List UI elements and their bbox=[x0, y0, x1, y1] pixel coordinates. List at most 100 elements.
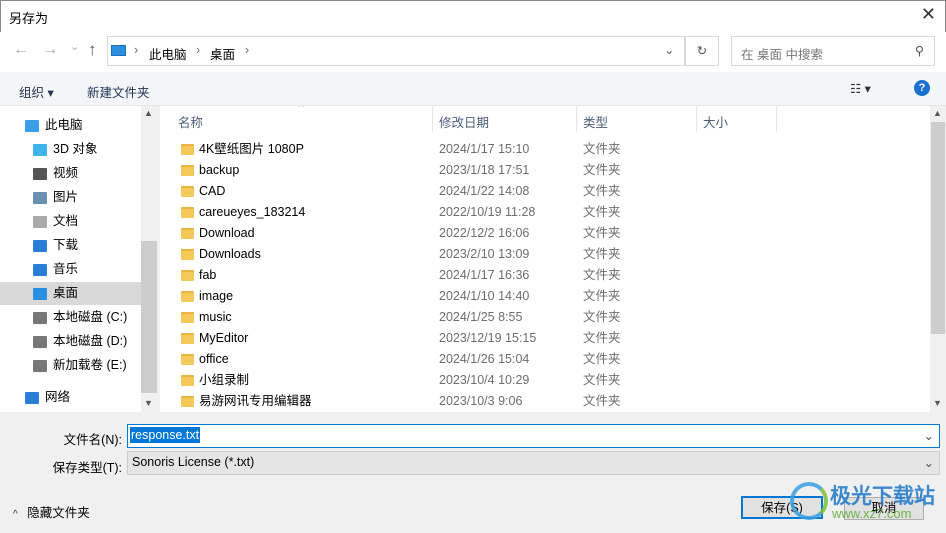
video-icon bbox=[33, 167, 47, 180]
file-row[interactable]: music 2024/1/25 8:55 文件夹 bbox=[160, 307, 930, 328]
file-date: 2024/1/22 14:08 bbox=[439, 184, 530, 198]
sidebar-item[interactable]: 图片 bbox=[0, 186, 141, 209]
scroll-up-arrow[interactable]: ▲ bbox=[144, 108, 153, 118]
sidebar-scrollbar[interactable]: ▲ ▼ bbox=[141, 106, 157, 412]
help-button[interactable]: ? bbox=[914, 80, 930, 96]
sidebar-item[interactable]: 网络 bbox=[0, 386, 141, 409]
sidebar-item[interactable]: 新加载卷 (E:) bbox=[0, 354, 141, 377]
refresh-button[interactable]: ↻ bbox=[685, 36, 719, 66]
drive-icon bbox=[33, 359, 47, 372]
file-row[interactable]: backup 2023/1/18 17:51 文件夹 bbox=[160, 160, 930, 181]
file-list-scrollbar[interactable]: ▲ ▼ bbox=[930, 106, 946, 412]
scrollbar-thumb[interactable] bbox=[141, 241, 157, 393]
file-type: 文件夹 bbox=[583, 205, 621, 219]
file-row[interactable]: 4K壁纸图片 1080P 2024/1/17 15:10 文件夹 bbox=[160, 139, 930, 160]
file-type: 文件夹 bbox=[583, 310, 621, 324]
sidebar-item[interactable]: 3D 对象 bbox=[0, 138, 141, 161]
file-date: 2023/1/18 17:51 bbox=[439, 163, 530, 177]
recent-locations-button[interactable]: ⌄ bbox=[70, 40, 79, 53]
sidebar-item-label: 桌面 bbox=[53, 286, 79, 300]
file-type: 文件夹 bbox=[583, 142, 621, 156]
network-icon bbox=[25, 391, 39, 404]
file-date: 2022/12/2 16:06 bbox=[439, 226, 530, 240]
sidebar-item[interactable]: 此电脑 bbox=[0, 114, 141, 137]
file-name: backup bbox=[199, 163, 240, 177]
organize-button[interactable]: 组织 ▾ bbox=[19, 82, 54, 101]
forward-button[interactable]: → bbox=[42, 41, 58, 59]
sidebar-item-label: 文档 bbox=[53, 214, 79, 228]
sidebar-item-label: 新加载卷 (E:) bbox=[53, 358, 127, 372]
search-icon: ⚲ bbox=[914, 44, 924, 58]
folder-icon bbox=[181, 249, 194, 260]
file-date: 2024/1/17 16:36 bbox=[439, 268, 530, 282]
view-options-button[interactable]: ☷ ▾ bbox=[850, 81, 871, 96]
filename-input[interactable]: response.txt ⌄ bbox=[127, 424, 940, 448]
sidebar-item[interactable]: 文档 bbox=[0, 210, 141, 233]
file-name: Download bbox=[199, 226, 255, 240]
sidebar-item[interactable]: 桌面 bbox=[0, 282, 141, 305]
filename-label: 文件名(N): bbox=[63, 433, 122, 447]
column-type[interactable]: 类型 bbox=[583, 112, 608, 131]
file-row[interactable]: Downloads 2023/2/10 13:09 文件夹 bbox=[160, 244, 930, 265]
file-type: 文件夹 bbox=[583, 268, 621, 282]
file-row[interactable]: fab 2024/1/17 16:36 文件夹 bbox=[160, 265, 930, 286]
column-date[interactable]: 修改日期 bbox=[439, 112, 489, 131]
sidebar-item[interactable]: 本地磁盘 (C:) bbox=[0, 306, 141, 329]
file-row[interactable]: Download 2022/12/2 16:06 文件夹 bbox=[160, 223, 930, 244]
folder-icon bbox=[181, 354, 194, 365]
file-type: 文件夹 bbox=[583, 289, 621, 303]
breadcrumb-desktop[interactable]: 桌面 bbox=[210, 44, 235, 63]
documents-icon bbox=[33, 215, 47, 228]
column-name[interactable]: 名称 bbox=[178, 112, 203, 131]
file-name: fab bbox=[199, 268, 217, 282]
chevron-down-icon[interactable]: ⌄ bbox=[924, 455, 934, 470]
cancel-button[interactable]: 取消 bbox=[844, 497, 924, 520]
title-bar bbox=[0, 0, 946, 32]
computer-icon bbox=[25, 119, 39, 132]
chevron-down-icon[interactable]: ⌄ bbox=[924, 428, 934, 443]
search-input[interactable]: 在 桌面 中搜索 ⚲ bbox=[731, 36, 935, 66]
sidebar-item-label: 此电脑 bbox=[45, 118, 83, 132]
address-bar[interactable]: › 此电脑 › 桌面 › ⌄ bbox=[107, 36, 685, 66]
scroll-down-arrow[interactable]: ▼ bbox=[144, 398, 153, 408]
hide-folders-toggle[interactable]: ^ 隐藏文件夹 bbox=[13, 502, 90, 521]
file-date: 2023/12/19 15:15 bbox=[439, 331, 537, 345]
sidebar-item[interactable]: 下载 bbox=[0, 234, 141, 257]
close-button[interactable]: ✕ bbox=[921, 4, 936, 25]
sidebar-item[interactable]: 音乐 bbox=[0, 258, 141, 281]
new-folder-button[interactable]: 新建文件夹 bbox=[87, 82, 150, 101]
computer-icon bbox=[111, 45, 126, 56]
file-name: CAD bbox=[199, 184, 226, 198]
file-date: 2024/1/17 15:10 bbox=[439, 142, 530, 156]
folder-icon bbox=[181, 375, 194, 386]
folder-icon bbox=[181, 333, 194, 344]
back-button[interactable]: ← bbox=[13, 41, 29, 59]
column-size[interactable]: 大小 bbox=[703, 112, 728, 131]
scroll-down-arrow[interactable]: ▼ bbox=[933, 398, 942, 408]
folder-icon bbox=[181, 207, 194, 218]
file-list: ^ 名称 修改日期 类型 大小 4K壁纸图片 1080P 2024/1/17 15… bbox=[160, 106, 930, 412]
sidebar-item[interactable]: 视频 bbox=[0, 162, 141, 185]
folder-icon bbox=[181, 291, 194, 302]
scroll-up-arrow[interactable]: ▲ bbox=[933, 108, 942, 118]
desktop-icon bbox=[33, 287, 47, 300]
filetype-select[interactable]: Sonoris License (*.txt) ⌄ bbox=[127, 451, 940, 475]
sidebar-item[interactable]: 本地磁盘 (D:) bbox=[0, 330, 141, 353]
scrollbar-thumb[interactable] bbox=[931, 122, 945, 334]
file-row[interactable]: CAD 2024/1/22 14:08 文件夹 bbox=[160, 181, 930, 202]
file-name: careueyes_183214 bbox=[199, 205, 306, 219]
file-row[interactable]: careueyes_183214 2022/10/19 11:28 文件夹 bbox=[160, 202, 930, 223]
breadcrumb-this-pc[interactable]: 此电脑 bbox=[149, 44, 187, 63]
save-button[interactable]: 保存(S) bbox=[741, 496, 823, 519]
search-placeholder: 在 桌面 中搜索 bbox=[741, 48, 823, 62]
file-row[interactable]: 小组录制 2023/10/4 10:29 文件夹 bbox=[160, 370, 930, 391]
file-row[interactable]: image 2024/1/10 14:40 文件夹 bbox=[160, 286, 930, 307]
download-icon bbox=[33, 239, 47, 252]
up-button[interactable]: ↑ bbox=[88, 40, 97, 60]
file-row[interactable]: office 2024/1/26 15:04 文件夹 bbox=[160, 349, 930, 370]
file-row[interactable]: MyEditor 2023/12/19 15:15 文件夹 bbox=[160, 328, 930, 349]
address-dropdown[interactable]: ⌄ bbox=[664, 42, 674, 57]
pictures-icon bbox=[33, 191, 47, 204]
sidebar-item-label: 下载 bbox=[53, 238, 79, 252]
file-row[interactable]: 易游网讯专用编辑器 2023/10/3 9:06 文件夹 bbox=[160, 391, 930, 412]
